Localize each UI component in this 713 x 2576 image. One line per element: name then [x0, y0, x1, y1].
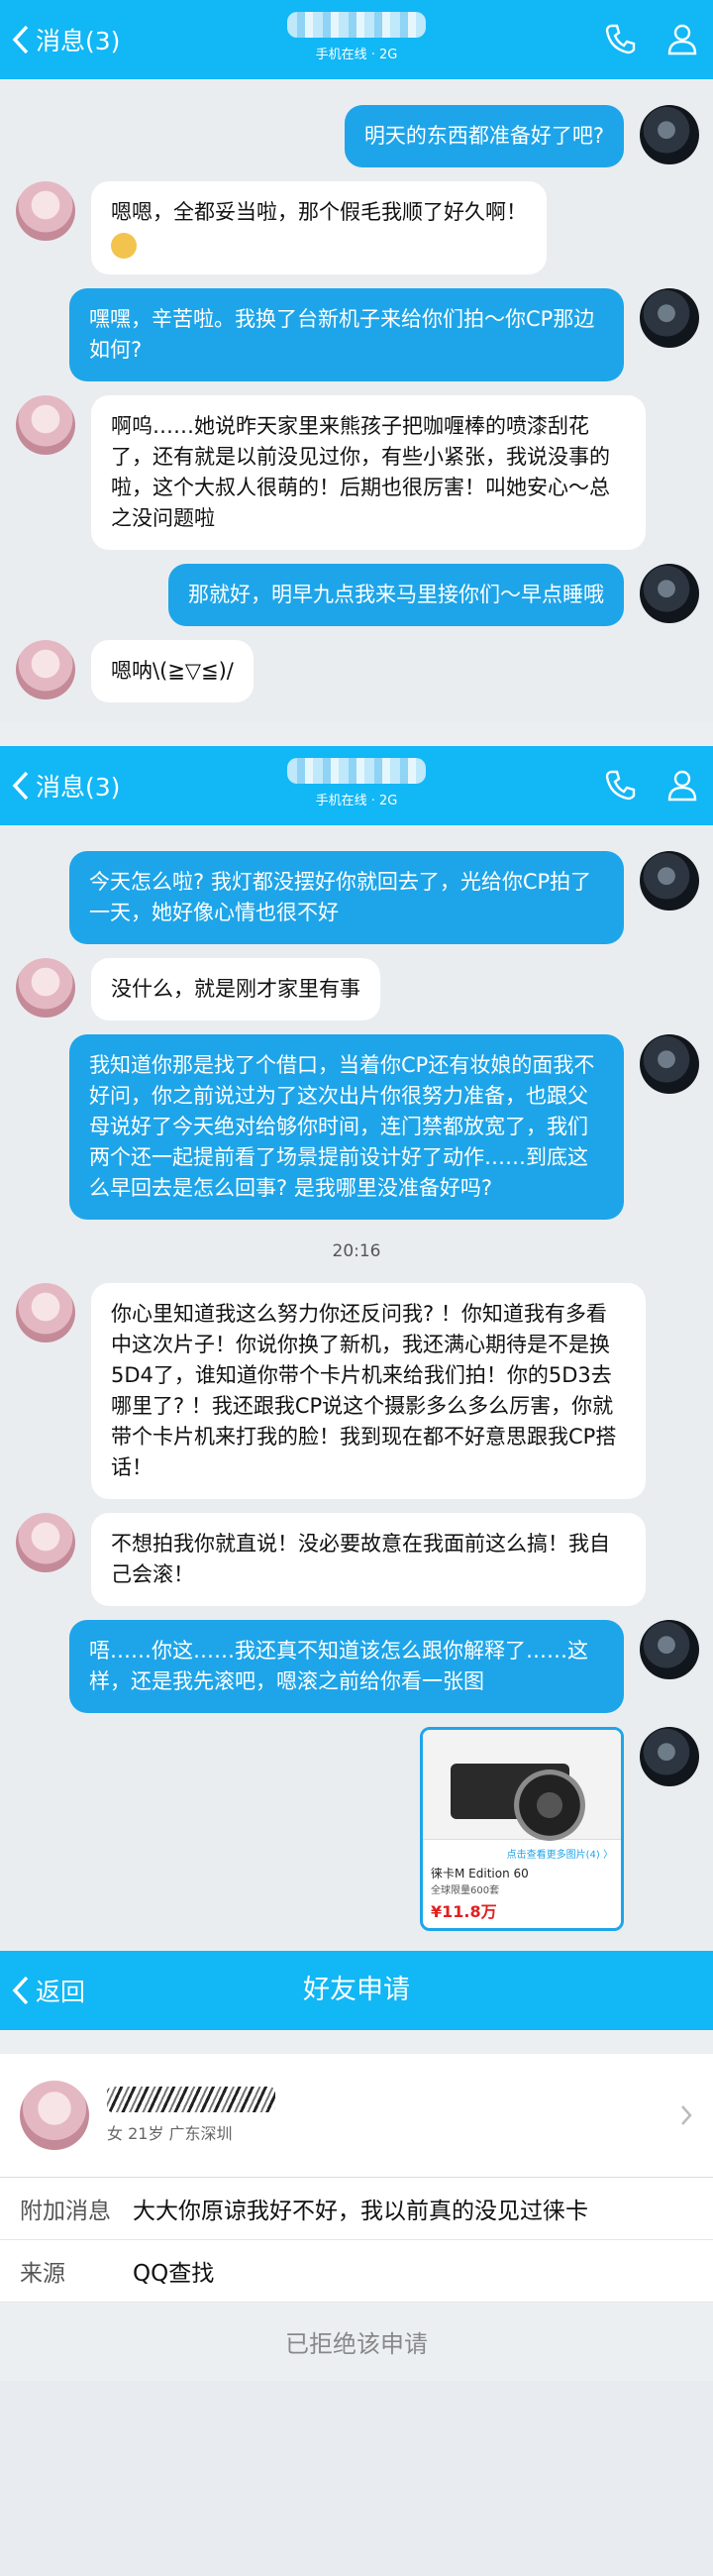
- chat-panel-2: 消息(3) 手机在线 · 2G 今天怎么啦? 我灯都没摆好你就回去了，光给你CP…: [0, 746, 713, 1951]
- product-name: 徕卡M Edition 60: [431, 1867, 529, 1880]
- avatar[interactable]: [16, 958, 75, 1018]
- message-row: 嗯呐\(≧▽≦)/: [0, 640, 713, 702]
- scribbled-name: [107, 2087, 275, 2112]
- message-row: 没什么，就是刚才家里有事: [0, 958, 713, 1020]
- message-bubble[interactable]: 明天的东西都准备好了吧?: [344, 105, 624, 167]
- avatar[interactable]: [640, 851, 699, 911]
- product-card[interactable]: 点击查看更多图片(4) 〉 徕卡M Edition 60 全球限量600套 ¥1…: [420, 1727, 624, 1931]
- message-list: 明天的东西都准备好了吧? 嗯嗯，全都妥当啦，那个假毛我顺了好久啊！ 嘿嘿，辛苦啦…: [0, 79, 713, 722]
- message-bubble[interactable]: 啊呜……她说昨天家里来熊孩子把咖喱棒的喷漆刮花了，还有就是以前没见过你，有些小紧…: [91, 395, 646, 550]
- emoji-icon: [111, 233, 137, 259]
- message-bubble[interactable]: 嗯呐\(≧▽≦)/: [91, 640, 254, 702]
- message-row: 明天的东西都准备好了吧?: [0, 105, 713, 167]
- message-bubble[interactable]: 嗯嗯，全都妥当啦，那个假毛我顺了好久啊！: [91, 181, 547, 274]
- profile-icon[interactable]: [665, 22, 699, 55]
- message-bubble[interactable]: 不想拍我你就直说！没必要故意在我面前这么搞！我自己会滚！: [91, 1513, 646, 1606]
- message-row: 不想拍我你就直说！没必要故意在我面前这么搞！我自己会滚！: [0, 1513, 713, 1606]
- blurred-contact-name: [287, 758, 426, 784]
- chevron-right-icon: [681, 2105, 692, 2125]
- source-row: 来源 QQ查找: [0, 2240, 713, 2303]
- source-label: 来源: [20, 2261, 65, 2287]
- message-bubble[interactable]: 我知道你那是找了个借口，当着你CP还有妆娘的面我不好问，你之前说过为了这次出片你…: [69, 1034, 624, 1220]
- avatar[interactable]: [640, 288, 699, 348]
- message-row: 你心里知道我这么努力你还反问我? ！你知道我有多看中这次片子！你说你换了新机，我…: [0, 1283, 713, 1499]
- avatar[interactable]: [16, 1283, 75, 1342]
- more-images-link[interactable]: 点击查看更多图片(4) 〉: [431, 1846, 613, 1861]
- panel-divider: [0, 722, 713, 746]
- spacer: [0, 2030, 713, 2054]
- avatar[interactable]: [640, 1034, 699, 1094]
- phone-icon[interactable]: [604, 22, 638, 55]
- avatar[interactable]: [640, 564, 699, 623]
- product-limit: 全球限量600套: [431, 1885, 500, 1896]
- profile-details: 女 21岁 广东深圳: [107, 2124, 233, 2143]
- avatar[interactable]: [16, 181, 75, 241]
- message-row: 今天怎么啦? 我灯都没摆好你就回去了，光给你CP拍了一天，她好像心情也很不好: [0, 851, 713, 944]
- attached-message-value: 大大你原谅我好不好，我以前真的没见过徕卡: [133, 2199, 588, 2224]
- friend-request-panel: 返回 好友申请 女 21岁 广东深圳 附加消息 大大你原谅我好不好，我以前真的没…: [0, 1951, 713, 2381]
- chat-panel-1: 消息(3) 手机在线 · 2G 明天的东西都准备好了吧? 嗯嗯，全都妥当啦，那个…: [0, 0, 713, 722]
- camera-image: [423, 1730, 621, 1841]
- message-row: 啊呜……她说昨天家里来熊孩子把咖喱棒的喷漆刮花了，还有就是以前没见过你，有些小紧…: [0, 395, 713, 550]
- avatar[interactable]: [16, 395, 75, 455]
- request-status: 已拒绝该申请: [0, 2303, 713, 2381]
- timestamp: 20:16: [332, 1241, 381, 1261]
- message-row: 点击查看更多图片(4) 〉 徕卡M Edition 60 全球限量600套 ¥1…: [0, 1727, 713, 1931]
- message-bubble[interactable]: 那就好，明早九点我来马里接你们～早点睡哦: [168, 564, 624, 626]
- message-row: 嗯嗯，全都妥当啦，那个假毛我顺了好久啊！: [0, 181, 713, 274]
- message-row: 唔……你这……我还真不知道该怎么跟你解释了……这样，还是我先滚吧，嗯滚之前给你看…: [0, 1620, 713, 1713]
- source-value: QQ查找: [133, 2261, 215, 2287]
- avatar[interactable]: [640, 1620, 699, 1679]
- attached-message-label: 附加消息: [20, 2199, 111, 2224]
- requester-profile[interactable]: 女 21岁 广东深圳: [0, 2054, 713, 2178]
- message-bubble[interactable]: 没什么，就是刚才家里有事: [91, 958, 380, 1020]
- message-bubble[interactable]: 今天怎么啦? 我灯都没摆好你就回去了，光给你CP拍了一天，她好像心情也很不好: [69, 851, 624, 944]
- message-bubble[interactable]: 唔……你这……我还真不知道该怎么跟你解释了……这样，还是我先滚吧，嗯滚之前给你看…: [69, 1620, 624, 1713]
- avatar[interactable]: [16, 640, 75, 699]
- phone-icon[interactable]: [604, 768, 638, 802]
- chat-header: 消息(3) 手机在线 · 2G: [0, 0, 713, 79]
- message-row: 我知道你那是找了个借口，当着你CP还有妆娘的面我不好问，你之前说过为了这次出片你…: [0, 1034, 713, 1220]
- avatar[interactable]: [20, 2081, 89, 2150]
- avatar[interactable]: [640, 1727, 699, 1786]
- page-title: 好友申请: [303, 1975, 410, 2005]
- message-list: 今天怎么啦? 我灯都没摆好你就回去了，光给你CP拍了一天，她好像心情也很不好 没…: [0, 825, 713, 1951]
- avatar[interactable]: [16, 1513, 75, 1572]
- message-text: 嗯嗯，全都妥当啦，那个假毛我顺了好久啊！: [111, 200, 527, 224]
- blurred-contact-name: [287, 12, 426, 38]
- product-price: ¥11.8万: [431, 1902, 497, 1921]
- message-bubble[interactable]: 嘿嘿，辛苦啦。我换了台新机子来给你们拍～你CP那边如何?: [69, 288, 624, 381]
- chat-header: 消息(3) 手机在线 · 2G: [0, 746, 713, 825]
- attached-message-row: 附加消息 大大你原谅我好不好，我以前真的没见过徕卡: [0, 2178, 713, 2240]
- message-row: 嘿嘿，辛苦啦。我换了台新机子来给你们拍～你CP那边如何?: [0, 288, 713, 381]
- message-bubble[interactable]: 你心里知道我这么努力你还反问我? ！你知道我有多看中这次片子！你说你换了新机，我…: [91, 1283, 646, 1499]
- profile-icon[interactable]: [665, 768, 699, 802]
- avatar[interactable]: [640, 105, 699, 164]
- friend-request-header: 返回 好友申请: [0, 1951, 713, 2030]
- message-row: 那就好，明早九点我来马里接你们～早点睡哦: [0, 564, 713, 626]
